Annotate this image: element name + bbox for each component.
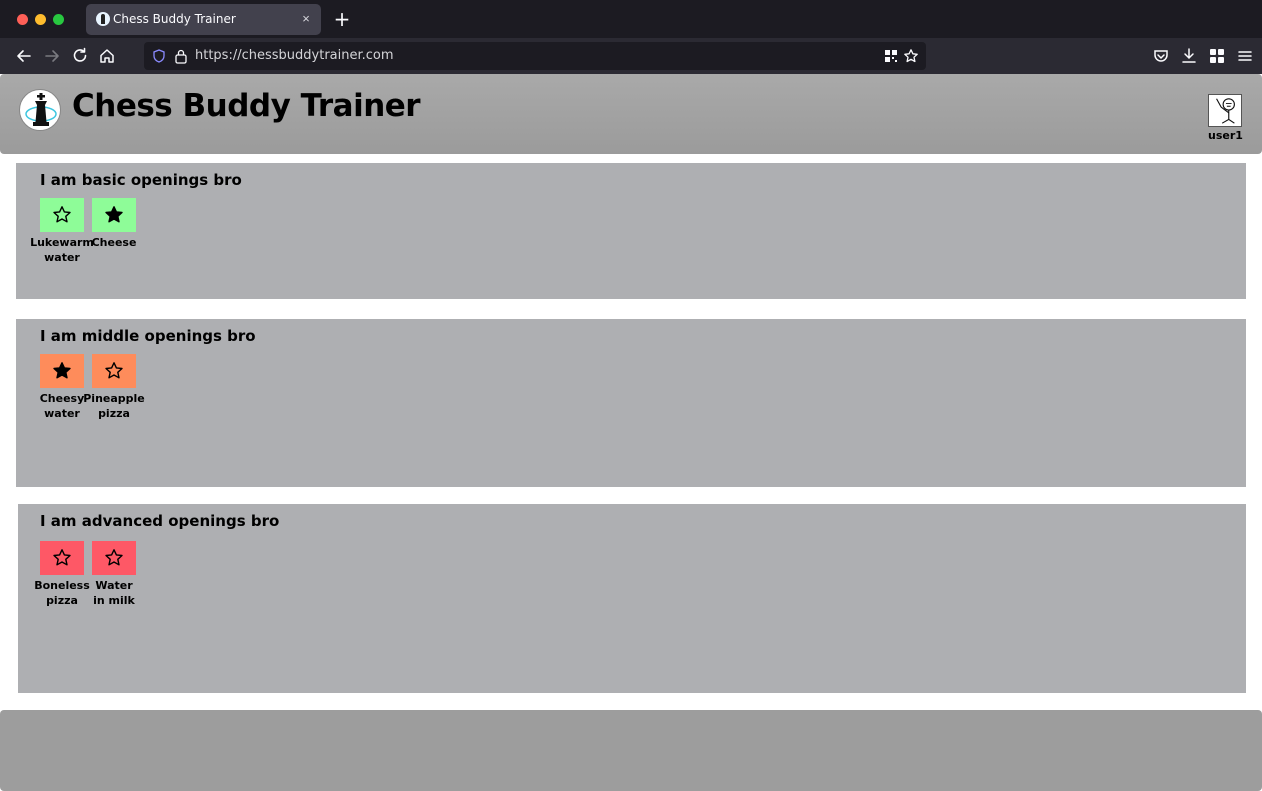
- chess-king-icon: [25, 93, 57, 126]
- app-header: Chess Buddy Trainer user1: [0, 74, 1262, 154]
- arrow-right-icon: [45, 50, 59, 62]
- star-outline-icon[interactable]: [104, 361, 124, 381]
- window-maximize-button[interactable]: [53, 14, 64, 25]
- opening-label-line: water: [44, 251, 80, 264]
- menu-button[interactable]: [1235, 46, 1255, 66]
- qr-code-icon[interactable]: [883, 48, 899, 64]
- lock-icon[interactable]: [174, 48, 188, 64]
- opening-item[interactable]: Water in milk: [92, 541, 136, 608]
- browser-tab-bar: Chess Buddy Trainer × +: [0, 0, 1262, 38]
- arrow-left-icon: [17, 50, 31, 62]
- new-tab-button[interactable]: +: [333, 8, 351, 30]
- bookmark-star-icon[interactable]: [903, 48, 919, 64]
- section-basic-openings: I am basic openings bro Lukewarm water C…: [16, 163, 1246, 299]
- pocket-button[interactable]: [1151, 46, 1171, 66]
- opening-label-line: Cheese: [91, 236, 137, 249]
- opening-tile-button[interactable]: [40, 198, 84, 232]
- reload-button[interactable]: [70, 46, 90, 66]
- opening-label[interactable]: Water in milk: [82, 578, 146, 608]
- app-footer: [0, 710, 1262, 791]
- openings-list: Lukewarm water Cheese: [30, 198, 136, 265]
- opening-label-line: Water: [95, 579, 133, 592]
- home-button[interactable]: [97, 46, 117, 66]
- user-menu[interactable]: user1: [1208, 94, 1243, 142]
- url-text[interactable]: https://chessbuddytrainer.com: [195, 48, 394, 63]
- openings-list: Boneless pizza Water in milk: [34, 541, 136, 608]
- reload-icon: [73, 47, 87, 62]
- opening-tile-button[interactable]: [92, 354, 136, 388]
- url-bar[interactable]: https://chessbuddytrainer.com: [144, 42, 926, 70]
- username[interactable]: user1: [1208, 129, 1243, 142]
- browser-tab[interactable]: Chess Buddy Trainer ×: [86, 4, 321, 35]
- opening-tile-button[interactable]: [92, 541, 136, 575]
- waving-user-icon: [1216, 98, 1235, 124]
- forward-button[interactable]: [42, 46, 62, 66]
- opening-label-line: Pineapple: [83, 392, 145, 405]
- section-title: I am middle openings bro: [40, 327, 256, 345]
- tab-close-icon[interactable]: ×: [299, 11, 313, 27]
- opening-label-line: in milk: [93, 594, 135, 607]
- opening-item[interactable]: Cheese: [92, 198, 136, 265]
- download-icon: [1182, 48, 1196, 63]
- opening-tile-button[interactable]: [92, 198, 136, 232]
- star-outline-icon[interactable]: [52, 205, 72, 225]
- section-middle-openings: I am middle openings bro Cheesy water Pi…: [16, 319, 1246, 487]
- openings-list: Cheesy water Pineapple pizza: [40, 354, 145, 421]
- extensions-button[interactable]: [1207, 46, 1227, 66]
- star-outline-icon[interactable]: [52, 548, 72, 568]
- section-advanced-openings: I am advanced openings bro Boneless pizz…: [18, 504, 1246, 693]
- star-filled-icon[interactable]: [104, 205, 124, 225]
- window-close-button[interactable]: [17, 14, 28, 25]
- opening-label-line: pizza: [98, 407, 130, 420]
- opening-item[interactable]: Boneless pizza: [34, 541, 90, 608]
- star-outline-icon[interactable]: [104, 548, 124, 568]
- tab-title: Chess Buddy Trainer: [113, 12, 236, 26]
- window-minimize-button[interactable]: [35, 14, 46, 25]
- downloads-button[interactable]: [1179, 46, 1199, 66]
- browser-nav-bar: https://chessbuddytrainer.com: [0, 38, 1262, 74]
- opening-label[interactable]: Cheese: [82, 235, 146, 250]
- opening-tile-button[interactable]: [40, 354, 84, 388]
- favicon-icon: [96, 12, 110, 26]
- app-title: Chess Buddy Trainer: [72, 88, 421, 124]
- opening-label[interactable]: Pineapple pizza: [82, 391, 146, 421]
- opening-tile-button[interactable]: [40, 541, 84, 575]
- opening-item[interactable]: Pineapple pizza: [83, 354, 145, 421]
- home-icon: [100, 49, 114, 63]
- shield-icon[interactable]: [152, 49, 166, 63]
- section-title: I am advanced openings bro: [40, 512, 280, 530]
- opening-item[interactable]: Lukewarm water: [30, 198, 94, 265]
- chess-king-logo-icon[interactable]: [19, 89, 61, 131]
- page-viewport: Chess Buddy Trainer user1 I am basic ope…: [0, 74, 1262, 791]
- extensions-icon: [1210, 49, 1224, 63]
- back-button[interactable]: [14, 46, 34, 66]
- avatar[interactable]: [1208, 94, 1242, 127]
- hamburger-menu-icon: [1238, 51, 1252, 61]
- star-filled-icon[interactable]: [52, 361, 72, 381]
- pocket-icon: [1154, 50, 1168, 62]
- section-title: I am basic openings bro: [40, 171, 242, 189]
- opening-item[interactable]: Cheesy water: [40, 354, 84, 421]
